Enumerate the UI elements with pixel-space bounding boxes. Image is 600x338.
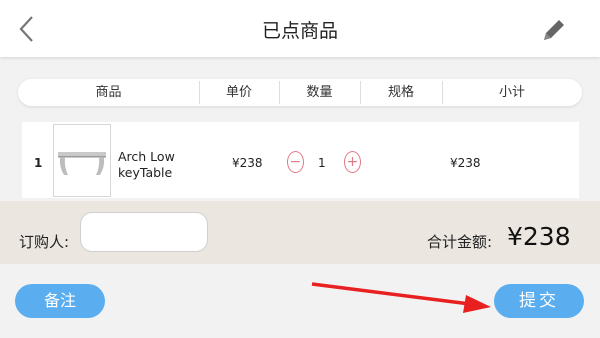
product-name-line2: keyTable	[118, 165, 173, 180]
page-title: 已点商品	[261, 20, 338, 42]
table-row[interactable]: 1 Arch Low keyTable ¥238 − 1 + ¥238	[22, 122, 579, 198]
product-thumbnail	[53, 124, 111, 197]
table-header: 商品 单价 数量 规格 小计	[18, 79, 582, 106]
pencil-icon	[544, 20, 564, 40]
submit-button[interactable]: 提交	[494, 284, 584, 318]
buyer-input[interactable]	[80, 212, 208, 252]
total-label: 合计金额:	[427, 233, 493, 251]
decrease-quantity-button[interactable]: −	[287, 151, 304, 173]
row-index: 1	[34, 156, 43, 170]
unit-price: ¥238	[232, 156, 263, 170]
increase-quantity-button[interactable]: +	[344, 151, 361, 173]
edit-button[interactable]	[538, 14, 570, 46]
quantity-value: 1	[318, 156, 326, 170]
column-header-price: 单价	[225, 85, 252, 100]
buyer-label: 订购人:	[19, 233, 70, 251]
total-amount: ¥238	[507, 222, 571, 251]
product-image	[58, 152, 106, 175]
note-button[interactable]: 备注	[15, 284, 105, 318]
column-header-product: 商品	[95, 85, 122, 100]
column-header-quantity: 数量	[306, 85, 333, 100]
column-header-spec: 规格	[387, 85, 414, 100]
product-name-line1: Arch Low	[118, 149, 175, 164]
row-subtotal: ¥238	[450, 156, 481, 170]
column-header-subtotal: 小计	[498, 85, 525, 100]
top-bar: 已点商品	[0, 0, 600, 57]
order-summary-bar: 订购人: 合计金额: ¥238	[0, 201, 600, 264]
